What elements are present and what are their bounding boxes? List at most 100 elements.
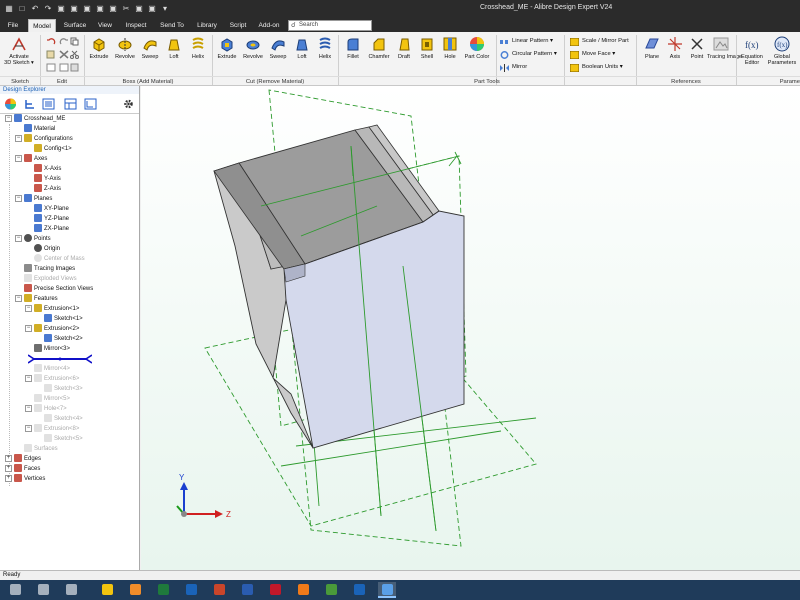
expand-icon[interactable]: + (5, 464, 12, 472)
cut-helix-button[interactable]: Helix (313, 36, 337, 60)
axis-button[interactable]: Axis (663, 36, 687, 60)
tree-node[interactable]: Precise Section Views (15, 284, 93, 294)
expand-icon[interactable]: + (5, 454, 12, 462)
scale-mirror-part-button[interactable]: Scale / Mirror Part (570, 36, 629, 47)
tree-node[interactable]: − Hole<7> (25, 404, 67, 414)
tree-node[interactable]: Sketch<3> (35, 384, 83, 394)
tree-node[interactable]: − Extrusion<8> (25, 424, 79, 434)
cut-extrude-button[interactable]: Extrude (215, 36, 239, 60)
tree-node[interactable]: Origin (25, 244, 60, 254)
tree-node[interactable]: + Vertices (5, 474, 45, 484)
tab-surface[interactable]: Surface (60, 19, 90, 32)
hole-button[interactable]: Hole (438, 36, 462, 60)
hierarchy-icon[interactable] (24, 98, 37, 110)
taskbar-outlook-icon[interactable] (182, 582, 200, 598)
group-icon[interactable] (70, 63, 79, 72)
delete-icon[interactable] (59, 50, 69, 59)
copy-icon[interactable]: ▣ (134, 3, 144, 14)
tab-send-to[interactable]: Send To (155, 19, 189, 32)
tree-node[interactable]: Mirror<5> (25, 394, 70, 404)
tab-file[interactable]: File (4, 19, 22, 32)
paste-icon[interactable]: ▣ (147, 3, 157, 14)
tree-node[interactable]: − Extrusion<2> (25, 324, 79, 334)
expand-icon[interactable]: + (5, 474, 12, 482)
undo-icon[interactable] (46, 37, 56, 46)
mirror-button[interactable]: Mirror (500, 62, 527, 73)
boolean-units-button[interactable]: Boolean Units ▾ (570, 62, 623, 73)
tree-node[interactable]: Tracing Images (15, 264, 75, 274)
tab-model[interactable]: Model (28, 19, 56, 32)
taskbar-outlook2-icon[interactable] (350, 582, 368, 598)
collapse-icon[interactable]: − (5, 114, 12, 122)
tree-node[interactable]: Exploded Views (15, 274, 77, 284)
taskbar-start-icon[interactable] (6, 582, 24, 598)
activate-3d-sketch-button[interactable]: Activate 3D Sketch ▾ (4, 36, 34, 66)
tree-node[interactable]: − Extrusion<6> (25, 374, 79, 384)
collapse-icon[interactable]: − (25, 324, 32, 332)
cut-loft-button[interactable]: Loft (290, 36, 314, 60)
3d-viewport[interactable]: Y Z (141, 86, 800, 570)
rollback-bar[interactable] (28, 354, 92, 364)
tree-node[interactable]: Sketch<2> (35, 334, 83, 344)
taskbar-task-view-icon[interactable] (62, 582, 80, 598)
draft-button[interactable]: Draft (392, 36, 416, 60)
boss-extrude-button[interactable]: Extrude (87, 36, 111, 60)
tree-node[interactable]: − Axes (15, 154, 47, 164)
tree-node[interactable]: − Crosshead_ME (5, 114, 65, 124)
plane-button[interactable]: Plane (640, 36, 664, 60)
tree-node[interactable]: Center of Mass (25, 254, 85, 264)
tree-node[interactable]: XY-Plane (25, 204, 69, 214)
tree-node[interactable]: + Faces (5, 464, 40, 474)
cut-revolve-button[interactable]: Revolve (241, 36, 265, 60)
taskbar-firefox-icon[interactable] (294, 582, 312, 598)
global-parameters-button[interactable]: f(x) Global Parameters (766, 36, 798, 66)
tracing-image-button[interactable]: Tracing Image (707, 36, 742, 60)
collapse-icon[interactable]: − (25, 304, 32, 312)
move-face-button[interactable]: Move Face ▾ (570, 49, 615, 60)
collapse-icon[interactable]: − (25, 404, 32, 412)
taskbar-chrome-icon[interactable] (322, 582, 340, 598)
tree-node[interactable]: − Extrusion<1> (25, 304, 79, 314)
point-button[interactable]: Point (685, 36, 709, 60)
tree-node[interactable]: + Edges (5, 454, 41, 464)
linear-pattern-button[interactable]: Linear Pattern ▾ (500, 36, 553, 47)
taskbar-word-icon[interactable] (238, 582, 256, 598)
tree-node[interactable]: Material (15, 124, 55, 134)
tree-node[interactable]: ZX-Plane (25, 224, 69, 234)
cut-sweep-button[interactable]: Sweep (266, 36, 290, 60)
select-icon[interactable] (59, 63, 69, 72)
collapse-icon[interactable]: − (15, 194, 22, 202)
fillet-button[interactable]: Fillet (341, 36, 365, 60)
search-input[interactable]: ☌ Search (288, 20, 372, 31)
tab-library[interactable]: Library (193, 19, 221, 32)
new-icon[interactable]: □ (17, 3, 27, 14)
tree-node[interactable]: − Planes (15, 194, 52, 204)
properties-icon[interactable] (46, 63, 56, 72)
taskbar-powerpoint-icon[interactable] (210, 582, 228, 598)
tree-node[interactable]: − Points (15, 234, 51, 244)
taskbar-acrobat-icon[interactable] (266, 582, 284, 598)
part-color-button[interactable]: Part Color (462, 36, 492, 60)
collapse-icon[interactable]: − (15, 154, 22, 162)
table-icon[interactable] (64, 98, 77, 110)
tree-node[interactable]: − Configurations (15, 134, 73, 144)
taskbar-excel-icon[interactable] (154, 582, 172, 598)
tree-node[interactable]: Sketch<5> (35, 434, 83, 444)
tab-script[interactable]: Script (225, 19, 251, 32)
redo-icon[interactable] (59, 37, 69, 46)
model-scene[interactable]: Y Z (141, 86, 800, 570)
redo-icon[interactable]: ↷ (43, 3, 53, 14)
boss-loft-button[interactable]: Loft (162, 36, 186, 60)
collapse-icon[interactable]: − (15, 294, 22, 302)
collapse-icon[interactable]: − (15, 234, 22, 242)
open-icon[interactable]: ▣ (69, 3, 79, 14)
collapse-icon[interactable]: − (15, 134, 22, 142)
taskbar-explorer-icon[interactable] (98, 582, 116, 598)
options-icon[interactable]: ▣ (108, 3, 118, 14)
collapse-icon[interactable]: − (25, 424, 32, 432)
tree-node[interactable]: − Features (15, 294, 58, 304)
equation-editor-button[interactable]: f(x) Equation Editor (738, 36, 766, 66)
tree-icon[interactable] (84, 98, 97, 110)
tree-node[interactable]: Z-Axis (25, 184, 61, 194)
copy-icon[interactable] (70, 37, 79, 46)
